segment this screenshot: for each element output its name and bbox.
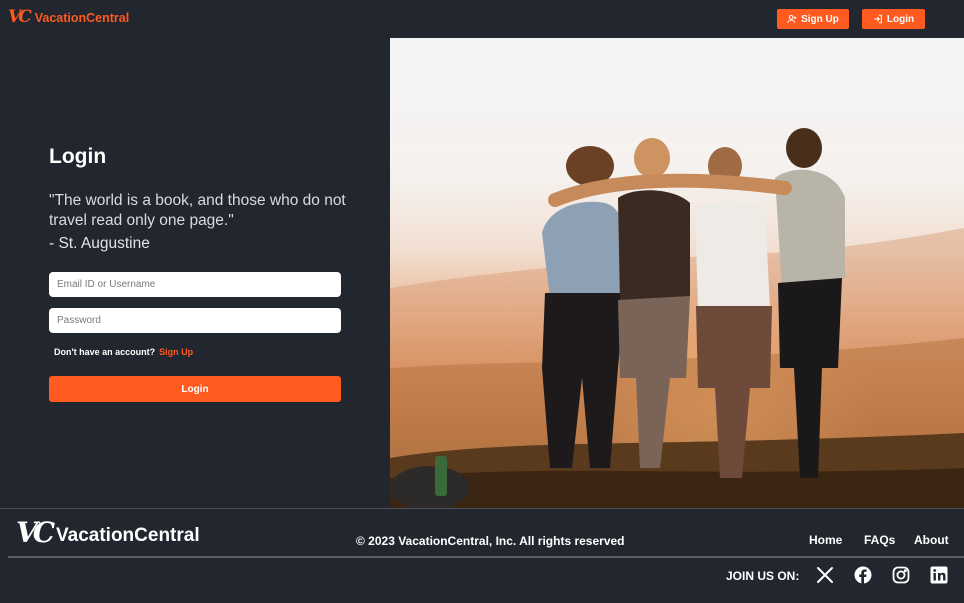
quote-author: - St. Augustine [49,235,150,252]
footer-divider-top [0,508,964,509]
login-icon [874,14,882,24]
friends-sunset-photo [390,128,964,508]
footer-logo[interactable]: VC VacationCentral [16,519,200,547]
signup-button[interactable]: Sign Up [777,9,849,29]
password-field[interactable] [49,308,341,333]
add-user-icon [787,14,797,24]
brand-logo[interactable]: VC VacationCentral [8,9,129,26]
signup-link[interactable]: Sign Up [159,347,193,357]
linkedin-icon[interactable] [930,566,948,584]
footer-link-faqs[interactable]: FAQs [864,533,895,547]
copyright-text: © 2023 VacationCentral, Inc. All rights … [356,534,625,548]
login-nav-button-label: Login [886,13,915,25]
facebook-icon[interactable] [854,566,872,584]
logo-mark: VC [8,7,32,27]
no-account-text: Don't have an account? [54,347,156,357]
footer-link-home[interactable]: Home [809,533,842,547]
hero-image [390,38,964,508]
login-nav-button[interactable]: Login [862,9,925,29]
page-title: Login [49,145,107,168]
footer-brand-name: VacationCentral [56,525,200,546]
x-icon[interactable] [816,566,834,584]
top-navbar: VC VacationCentral Sign Up Login [0,0,964,39]
join-us-label: JOIN US ON: [726,569,800,583]
footer-divider [8,556,964,558]
signup-button-label: Sign Up [801,13,839,25]
login-submit-button[interactable]: Login [49,376,341,402]
footer-logo-mark: VC [16,516,55,549]
brand-name: VacationCentral [34,10,130,25]
email-field[interactable] [49,272,341,297]
instagram-icon[interactable] [892,566,910,584]
login-panel: Login "The world is a book, and those wh… [0,38,390,508]
travel-quote: "The world is a book, and those who do n… [49,192,346,229]
no-account-prompt: Don't have an account? Sign Up [54,347,193,357]
footer-link-about[interactable]: About [914,533,949,547]
